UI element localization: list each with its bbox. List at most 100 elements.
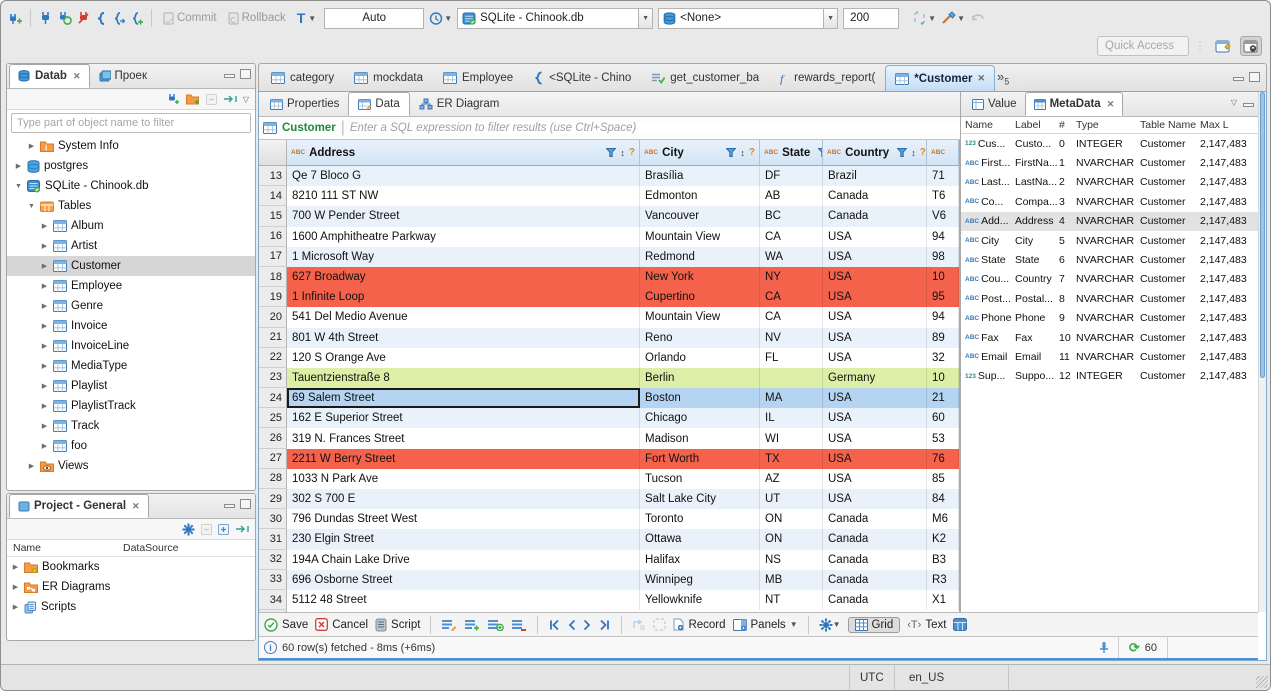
chevron-collapsed-icon[interactable]: ▶ bbox=[40, 442, 49, 450]
chevron-collapsed-icon[interactable]: ▶ bbox=[40, 342, 49, 350]
cell-state[interactable]: MB bbox=[760, 569, 823, 590]
row-number[interactable]: 18 bbox=[259, 266, 287, 288]
grid-corner-cell[interactable] bbox=[259, 140, 287, 166]
editor-tab-rewards-report[interactable]: f rewards_report( bbox=[769, 65, 885, 91]
row-number[interactable]: 24 bbox=[259, 388, 287, 409]
cell-state[interactable]: CA bbox=[760, 287, 823, 308]
transaction-log-icon[interactable]: ▼ bbox=[429, 11, 452, 26]
chevron-collapsed-icon[interactable]: ▶ bbox=[40, 262, 49, 270]
cell-country[interactable]: USA bbox=[823, 468, 927, 489]
cell-postal[interactable]: B3 bbox=[927, 549, 959, 570]
tree-item-system-info[interactable]: ▶ i System Info bbox=[7, 136, 255, 156]
tab-er-diagram[interactable]: ER Diagram bbox=[410, 92, 509, 116]
edit-row-icon[interactable] bbox=[441, 618, 457, 631]
cell-state[interactable]: DF bbox=[760, 166, 823, 187]
schema-dropdown-icon[interactable]: ▼ bbox=[823, 8, 838, 28]
cell-city[interactable]: Halifax bbox=[640, 549, 760, 570]
row-number[interactable]: 17 bbox=[259, 246, 287, 267]
schema-combo[interactable]: <None> ▼ bbox=[658, 7, 839, 29]
cell-city[interactable]: New York bbox=[640, 266, 760, 288]
cancel-button[interactable]: Cancel bbox=[315, 618, 368, 631]
cell-address[interactable]: Tauentzienstraße 8 bbox=[287, 367, 640, 389]
tab-properties[interactable]: Properties bbox=[261, 92, 348, 116]
cell-address[interactable]: 1 Infinite Loop bbox=[287, 287, 640, 308]
cell-postal[interactable]: K2 bbox=[927, 529, 959, 550]
timezone-cell[interactable]: UTC bbox=[849, 665, 895, 690]
chevron-collapsed-icon[interactable]: ▶ bbox=[27, 462, 36, 470]
previous-row-icon[interactable] bbox=[567, 619, 576, 631]
cell-country[interactable]: USA bbox=[823, 246, 927, 267]
navigate-value-icon[interactable] bbox=[632, 618, 646, 631]
chevron-collapsed-icon[interactable]: ▶ bbox=[40, 362, 49, 370]
cell-country[interactable]: Germany bbox=[823, 367, 927, 389]
project-item-bookmarks[interactable]: ▶ Bookmarks bbox=[7, 557, 255, 577]
metadata-row-fax[interactable]: ABC Fax Fax 10 NVARCHAR Customer 2,147,483 bbox=[961, 328, 1258, 347]
column-header-state[interactable]: ABCState↕? bbox=[760, 140, 823, 166]
row-number[interactable]: 27 bbox=[259, 448, 287, 469]
metadata-row-suppo[interactable]: 123 Sup... Suppo... 12 INTEGER Customer 2,147,… bbox=[961, 367, 1258, 386]
cell-address[interactable]: 627 Broadway bbox=[287, 266, 640, 288]
metadata-row-country[interactable]: ABC Cou... Country 7 NVARCHAR Customer 2,147,4… bbox=[961, 270, 1258, 289]
row-number[interactable]: 23 bbox=[259, 367, 287, 389]
expand-icon[interactable] bbox=[218, 523, 229, 535]
chevron-collapsed-icon[interactable]: ▶ bbox=[11, 583, 20, 591]
vertical-scrollbar[interactable] bbox=[1258, 92, 1266, 612]
cell-postal[interactable]: M6 bbox=[927, 509, 959, 530]
text-view-button[interactable]: ‹T› Text bbox=[907, 619, 946, 631]
tree-item-playlist[interactable]: ▶ Playlist bbox=[7, 376, 255, 396]
cell-state[interactable]: CA bbox=[760, 307, 823, 328]
tree-item-foo[interactable]: ▶ foo bbox=[7, 436, 255, 456]
tree-item-invoice[interactable]: ▶ Invoice bbox=[7, 316, 255, 336]
close-icon[interactable]: ✕ bbox=[977, 73, 985, 84]
column-header-country[interactable]: ABC Country ↕? bbox=[823, 140, 927, 166]
sync-data-icon[interactable]: ▼ bbox=[912, 11, 936, 25]
metadata-row-phone[interactable]: ABC Phone Phone 9 NVARCHAR Customer 2,147,483 bbox=[961, 309, 1258, 328]
cell-address[interactable]: 302 S 700 E bbox=[287, 489, 640, 510]
cell-address[interactable]: 162 E Superior Street bbox=[287, 408, 640, 429]
collapse-icon[interactable] bbox=[201, 523, 212, 535]
chevron-collapsed-icon[interactable]: ▶ bbox=[40, 302, 49, 310]
cell-address[interactable]: 230 Elgin Street bbox=[287, 529, 640, 550]
cell-country[interactable]: Canada bbox=[823, 206, 927, 227]
cell-postal[interactable]: 89 bbox=[927, 327, 959, 348]
metadata-row-address[interactable]: ABC Add... Address 4 NVARCHAR Customer 2,147,4… bbox=[961, 211, 1258, 231]
first-row-icon[interactable] bbox=[548, 619, 560, 631]
column-name[interactable]: Name bbox=[7, 542, 117, 554]
cell-city[interactable]: Mountain View bbox=[640, 307, 760, 328]
cell-country[interactable]: USA bbox=[823, 226, 927, 247]
cell-state[interactable]: ON bbox=[760, 529, 823, 550]
row-number[interactable]: 29 bbox=[259, 489, 287, 510]
tab-database-navigator[interactable]: Datab ✕ bbox=[9, 64, 90, 88]
cell-postal[interactable]: T6 bbox=[927, 186, 959, 207]
chevron-collapsed-icon[interactable]: ▶ bbox=[27, 142, 36, 150]
cell-postal[interactable]: 94 bbox=[927, 307, 959, 328]
cell-city[interactable]: Boston bbox=[640, 388, 760, 409]
cell-address[interactable]: 1033 N Park Ave bbox=[287, 468, 640, 489]
row-number[interactable]: 28 bbox=[259, 468, 287, 489]
row-number[interactable]: 22 bbox=[259, 347, 287, 368]
cell-postal[interactable]: 98 bbox=[927, 246, 959, 267]
column-header-city[interactable]: ABC City ↕? bbox=[640, 140, 760, 166]
commit-button[interactable]: Commit bbox=[160, 10, 220, 27]
rollback-button[interactable]: Rollback bbox=[225, 10, 289, 27]
cell-postal[interactable]: 32 bbox=[927, 347, 959, 368]
sql-filter-input[interactable] bbox=[349, 122, 1012, 134]
pin-icon[interactable] bbox=[1098, 641, 1110, 654]
chevron-expanded-icon[interactable]: ▼ bbox=[14, 183, 23, 190]
column-filter-icon[interactable] bbox=[606, 148, 617, 157]
column-type[interactable]: Type bbox=[1072, 119, 1136, 131]
column-header-partial[interactable]: ABC bbox=[927, 140, 959, 166]
cell-state[interactable]: CA bbox=[760, 226, 823, 247]
cell-postal[interactable]: 76 bbox=[927, 448, 959, 469]
tree-item-album[interactable]: ▶ Album bbox=[7, 216, 255, 236]
cell-postal[interactable]: V6 bbox=[927, 206, 959, 227]
column-sort-icon[interactable]: ↕ bbox=[740, 148, 745, 158]
maximize-icon[interactable] bbox=[240, 499, 251, 509]
cell-country[interactable]: USA bbox=[823, 327, 927, 348]
editor-tab-sqlite-chino[interactable]: <SQLite - Chino bbox=[523, 65, 641, 91]
resize-grip[interactable] bbox=[1256, 676, 1268, 688]
cell-country[interactable]: USA bbox=[823, 388, 927, 409]
tree-item-sqlite-chinook-db[interactable]: ▼ SQLite - Chinook.db bbox=[7, 176, 255, 196]
row-number[interactable]: 33 bbox=[259, 569, 287, 590]
editor-tab-mockdata[interactable]: mockdata bbox=[344, 65, 433, 91]
